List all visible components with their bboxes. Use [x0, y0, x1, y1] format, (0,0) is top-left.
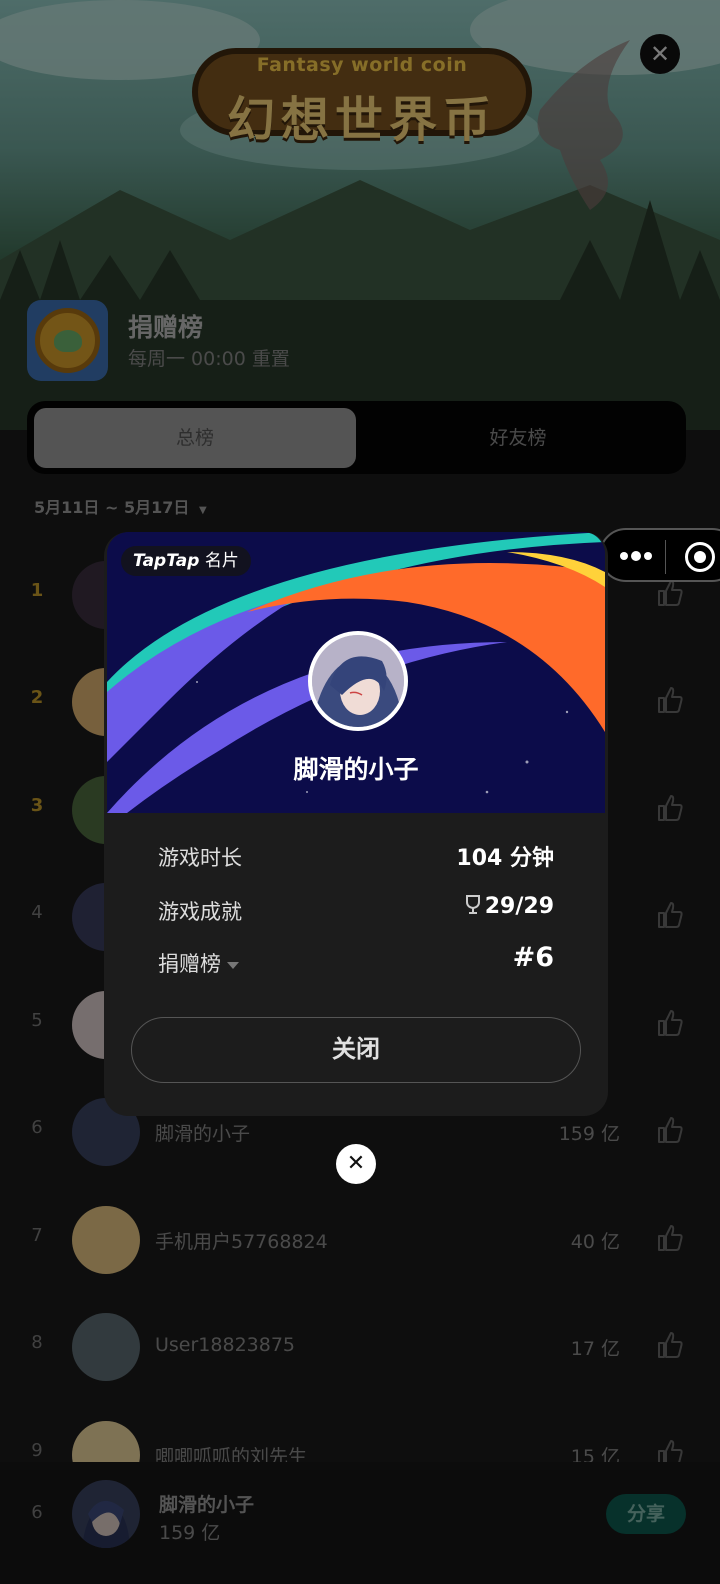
caret-down-icon — [227, 961, 239, 969]
target-icon[interactable] — [685, 542, 715, 572]
stat-value: 29/29 — [484, 894, 554, 919]
stat-label: 捐赠榜 — [158, 952, 221, 976]
close-icon: ✕ — [346, 1151, 366, 1176]
donation-board-selector[interactable]: 捐赠榜 — [158, 948, 239, 978]
card-hero: TapTap 名片 脚滑的小子 — [107, 532, 605, 813]
close-card-button[interactable]: 关闭 — [131, 1017, 581, 1083]
brand-suffix: 名片 — [204, 551, 239, 571]
taptap-card-badge: TapTap 名片 — [121, 546, 251, 576]
stat-achievements: 游戏成就 29/29 — [158, 892, 554, 928]
stat-value: 104 分钟 — [456, 846, 554, 871]
brand-name: TapTap — [133, 551, 200, 571]
trophy-icon — [465, 895, 480, 914]
profile-name: 脚滑的小子 — [293, 755, 419, 784]
stat-label: 游戏成就 — [158, 900, 242, 924]
miniapp-capsule — [599, 528, 720, 582]
stat-value: #6 — [512, 942, 554, 973]
profile-avatar — [308, 631, 408, 731]
dismiss-modal-button[interactable]: ✕ — [336, 1144, 376, 1184]
stat-label: 游戏时长 — [158, 846, 242, 870]
more-dots-icon[interactable] — [619, 544, 653, 568]
stat-playtime: 游戏时长 104 分钟 — [158, 838, 554, 874]
stat-value-wrap: 29/29 — [465, 894, 554, 919]
profile-card-modal: TapTap 名片 脚滑的小子 游戏时长 104 分钟 游戏成就 29/29 捐… — [104, 532, 608, 1116]
stat-donation-rank: 捐赠榜 #6 — [158, 942, 554, 980]
